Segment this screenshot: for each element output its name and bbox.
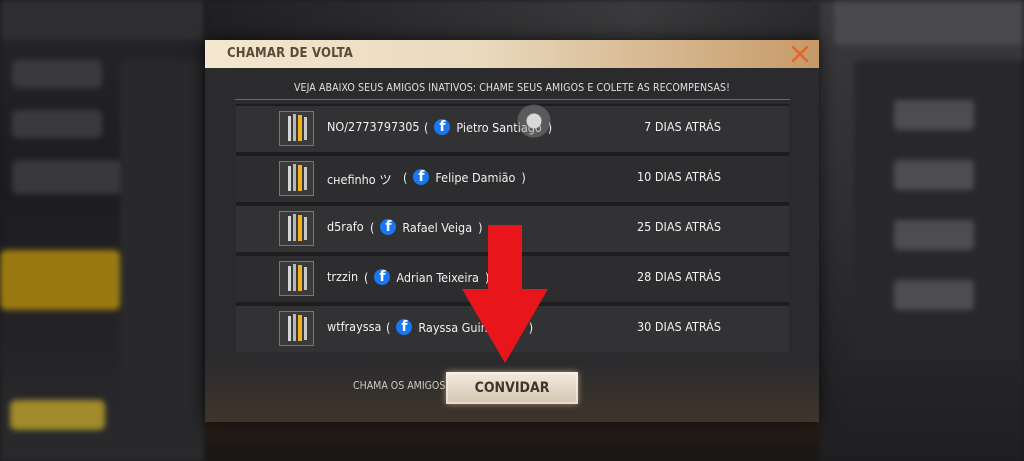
weapons-emblem-icon bbox=[280, 312, 313, 345]
background-right-panel bbox=[814, 0, 1024, 461]
close-button[interactable] bbox=[789, 43, 811, 65]
dialog-subtitle: VEJA ABAIXO SEUS AMIGOS INATIVOS: CHAME … bbox=[293, 82, 731, 94]
touch-cursor-indicator bbox=[517, 104, 551, 138]
last-seen: 28 DIAS ATRÁS bbox=[637, 269, 721, 284]
last-seen: 7 DIAS ATRÁS bbox=[644, 119, 721, 134]
weapons-emblem-icon bbox=[280, 162, 313, 195]
friend-nickname: NO/2773797305 bbox=[327, 119, 420, 134]
close-x-icon bbox=[791, 45, 809, 63]
weapons-emblem-icon bbox=[280, 112, 313, 145]
friend-avatar bbox=[279, 161, 314, 196]
divider bbox=[235, 99, 790, 100]
friend-nickname: d5rafo bbox=[327, 219, 364, 234]
friend-nickname: trzzin bbox=[327, 269, 359, 284]
friend-avatar bbox=[279, 111, 314, 146]
inactive-friends-list[interactable]: NO/2773797305 ( f Pietro Santiago ) 7 DI… bbox=[236, 104, 789, 352]
background-top-bar bbox=[205, 0, 820, 42]
facebook-icon: f bbox=[396, 319, 413, 335]
last-seen: 10 DIAS ATRÁS bbox=[637, 169, 721, 184]
friend-avatar bbox=[279, 311, 314, 346]
background-left-panel bbox=[0, 0, 205, 461]
facebook-icon: f bbox=[380, 219, 397, 235]
invite-button[interactable]: CONVIDAR bbox=[446, 372, 578, 404]
facebook-name: Rafael Veiga bbox=[402, 219, 473, 235]
facebook-name-group: ( f Adrian Teixeira ) bbox=[364, 269, 490, 285]
facebook-name-group: ( f Rafael Veiga ) bbox=[370, 219, 483, 235]
friend-row[interactable]: ᴄʜefinhᴏ ツ ( f Felipe Damião ) 10 DIAS A… bbox=[236, 156, 789, 202]
friend-avatar bbox=[279, 261, 314, 296]
dialog-titlebar: CHAMAR DE VOLTA bbox=[205, 40, 819, 68]
facebook-name: Adrian Teixeira bbox=[396, 269, 479, 285]
facebook-icon: f bbox=[434, 119, 451, 135]
weapons-emblem-icon bbox=[280, 262, 313, 295]
facebook-icon: f bbox=[413, 169, 430, 185]
friend-row[interactable]: NO/2773797305 ( f Pietro Santiago ) 7 DI… bbox=[236, 106, 789, 152]
facebook-name-group: ( f Rayssa Guimarães ) bbox=[386, 319, 534, 335]
game-screen: CHAMAR DE VOLTA VEJA ABAIXO SEUS AMIGOS … bbox=[0, 0, 1024, 461]
facebook-name: Rayssa Guimarães bbox=[418, 319, 523, 335]
friend-row[interactable]: wtfrayssa ( f Rayssa Guimarães ) 30 DIAS… bbox=[236, 306, 789, 352]
dialog-title: CHAMAR DE VOLTA bbox=[227, 46, 354, 61]
recall-friends-dialog: CHAMAR DE VOLTA VEJA ABAIXO SEUS AMIGOS … bbox=[205, 40, 819, 422]
facebook-name-group: ( f Felipe Damião ) bbox=[403, 169, 526, 185]
weapons-emblem-icon bbox=[280, 212, 313, 245]
friend-nickname: ᴄʜefinhᴏ ツ bbox=[327, 172, 392, 187]
footer-label: CHAMA OS AMIGOS! bbox=[353, 380, 450, 392]
background-bottom-bar bbox=[205, 420, 820, 461]
last-seen: 30 DIAS ATRÁS bbox=[637, 319, 721, 334]
friend-row[interactable]: d5rafo ( f Rafael Veiga ) 25 DIAS ATRÁS bbox=[236, 206, 789, 252]
friend-avatar bbox=[279, 211, 314, 246]
facebook-icon: f bbox=[374, 269, 391, 285]
last-seen: 25 DIAS ATRÁS bbox=[637, 219, 721, 234]
facebook-name: Felipe Damião bbox=[435, 169, 516, 185]
friend-row[interactable]: trzzin ( f Adrian Teixeira ) 28 DIAS ATR… bbox=[236, 256, 789, 302]
friend-nickname: wtfrayssa bbox=[327, 319, 382, 334]
